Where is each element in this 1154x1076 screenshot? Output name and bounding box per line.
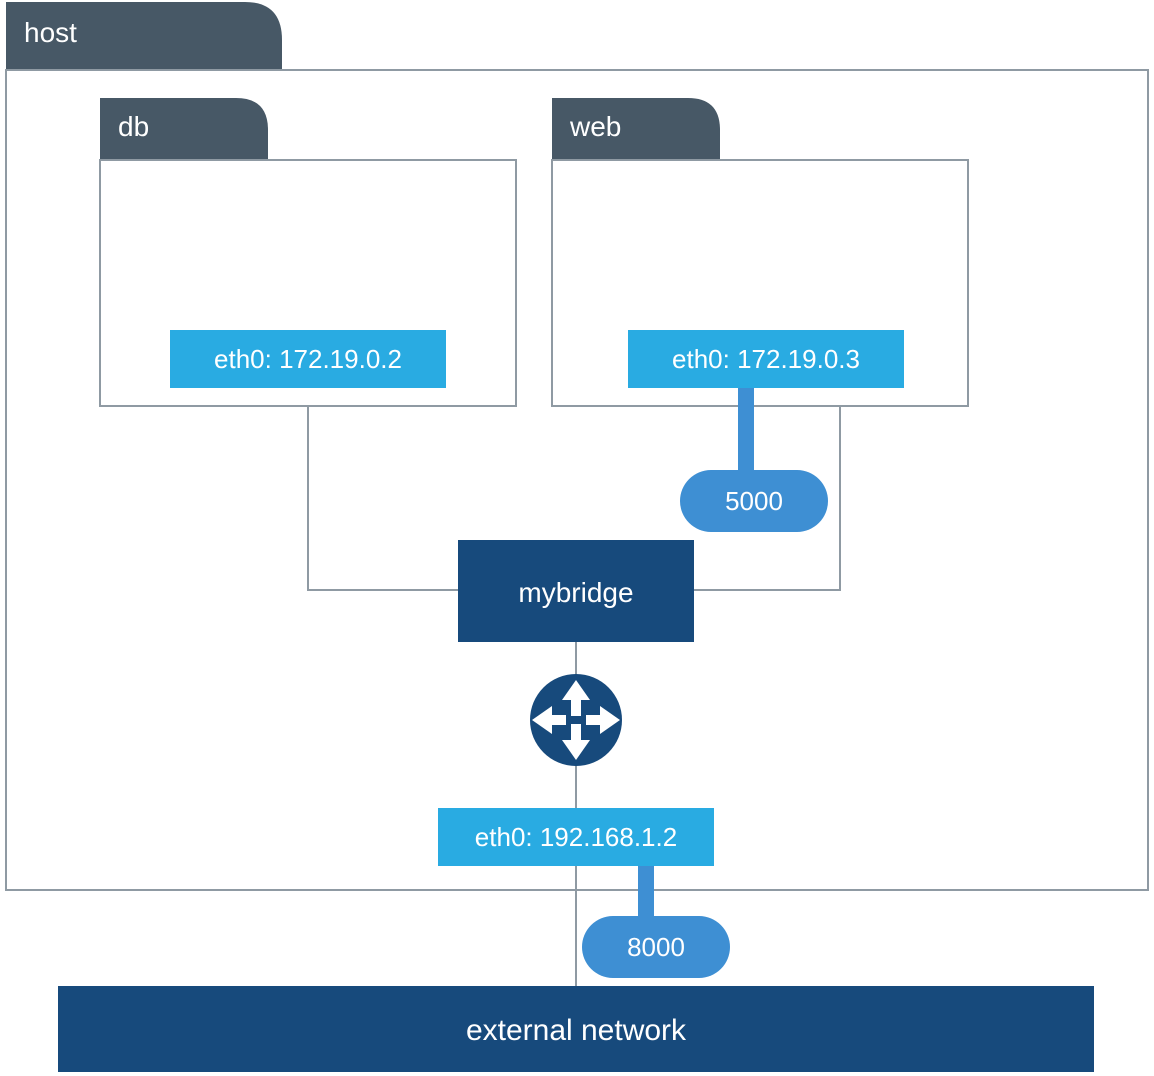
nic-db-eth0-text: eth0: 172.19.0.2 (214, 344, 402, 374)
port-8000-label: 8000 (627, 932, 685, 962)
container-db-label: db (118, 111, 149, 142)
bridge-label: mybridge (518, 577, 633, 608)
port-5000-label: 5000 (725, 486, 783, 516)
nic-web-eth0-text: eth0: 172.19.0.3 (672, 344, 860, 374)
external-network-label: external network (466, 1014, 687, 1047)
container-web-label: web (569, 111, 621, 142)
nic-db-eth0: eth0: 172.19.0.2 (170, 330, 446, 388)
nic-web-eth0: eth0: 172.19.0.3 (628, 330, 904, 388)
network-diagram: host db eth0: 172.19.0.2 web eth0: 172.1… (0, 0, 1154, 1076)
port-8000: 8000 (582, 916, 730, 978)
nic-host-eth0: eth0: 192.168.1.2 (438, 808, 714, 866)
router-icon (530, 674, 622, 766)
bridge-mybridge: mybridge (458, 540, 694, 642)
nic-host-eth0-text: eth0: 192.168.1.2 (475, 822, 677, 852)
link-web-port-5000 (738, 388, 754, 474)
external-network: external network (58, 986, 1094, 1072)
host-label: host (24, 17, 77, 48)
port-5000: 5000 (680, 470, 828, 532)
